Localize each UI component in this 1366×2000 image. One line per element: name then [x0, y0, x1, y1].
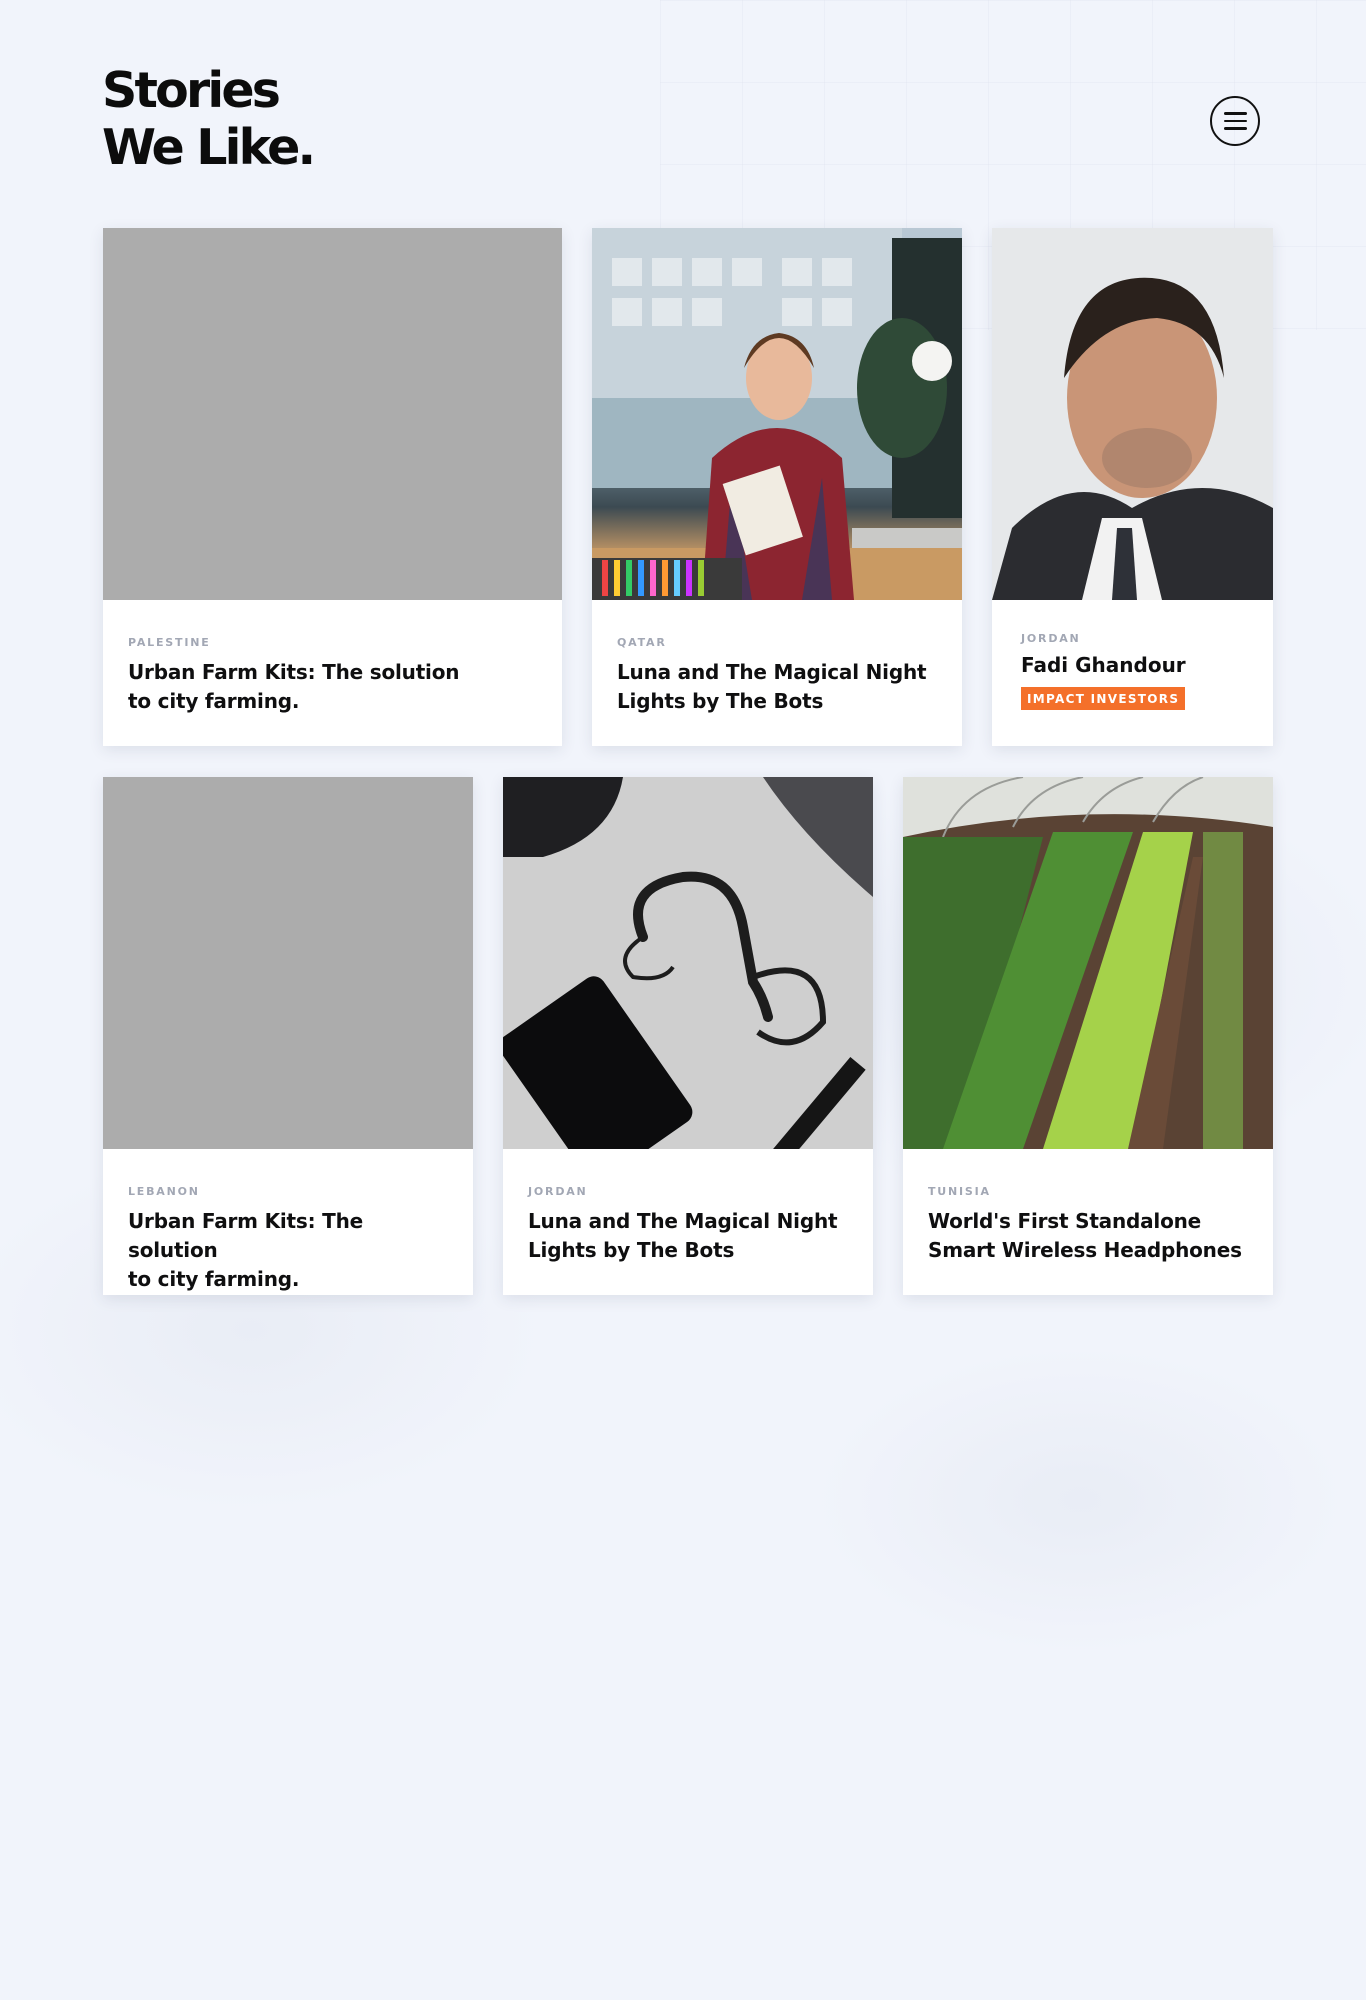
card-image-woman-office — [592, 228, 962, 600]
page-header: Stories We Like. — [102, 62, 316, 176]
card-country: QATAR — [617, 636, 667, 649]
card-country: LEBANON — [128, 1185, 200, 1198]
card-country: PALESTINE — [128, 636, 211, 649]
card-title[interactable]: Luna and The Magical Night Lights by The… — [617, 658, 942, 716]
card-country: TUNISIA — [928, 1185, 991, 1198]
card-image-placeholder — [103, 228, 562, 600]
card-country: JORDAN — [1021, 632, 1081, 645]
hamburger-menu-icon — [1223, 112, 1247, 115]
story-card[interactable]: LEBANON Urban Farm Kits: The solution to… — [103, 777, 473, 1295]
greenhouse-photo — [903, 777, 1273, 1149]
card-title[interactable]: Urban Farm Kits: The solution to city fa… — [128, 1207, 453, 1294]
card-country: JORDAN — [528, 1185, 588, 1198]
headphones-photo — [503, 777, 873, 1182]
card-image-portrait — [992, 228, 1273, 600]
title-line-2: We Like. — [102, 119, 316, 176]
card-title[interactable]: Urban Farm Kits: The solution to city fa… — [128, 658, 542, 716]
story-card[interactable]: TUNISIA World's First Standalone Smart W… — [903, 777, 1273, 1295]
woman-office-photo — [592, 228, 962, 600]
story-card[interactable]: QATAR Luna and The Magical Night Lights … — [592, 228, 962, 746]
story-card[interactable]: JORDAN Luna and The Magical Night Lights… — [503, 777, 873, 1295]
title-line-1: Stories — [102, 62, 281, 119]
person-name[interactable]: Fadi Ghandour — [1021, 653, 1253, 677]
person-card[interactable]: JORDAN Fadi Ghandour IMPACT INVESTORS — [992, 228, 1273, 746]
card-title[interactable]: Luna and The Magical Night Lights by The… — [528, 1207, 853, 1265]
card-title[interactable]: World's First Standalone Smart Wireless … — [928, 1207, 1253, 1265]
page-title: Stories We Like. — [102, 62, 316, 176]
man-portrait-photo — [992, 228, 1273, 600]
menu-button[interactable] — [1210, 96, 1260, 146]
story-card[interactable]: PALESTINE Urban Farm Kits: The solution … — [103, 228, 562, 746]
card-image-placeholder — [103, 777, 473, 1149]
category-tag[interactable]: IMPACT INVESTORS — [1021, 687, 1186, 710]
card-image-headphones — [503, 777, 873, 1182]
card-image-greenhouse — [903, 777, 1273, 1149]
